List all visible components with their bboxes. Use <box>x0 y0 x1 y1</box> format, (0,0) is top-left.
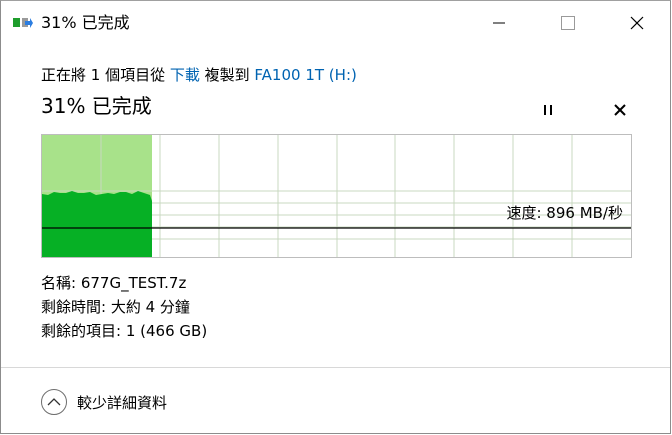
pause-icon <box>544 105 552 115</box>
close-icon <box>630 16 644 30</box>
name-value: 677G_TEST.7z <box>80 274 187 292</box>
time-remaining-label: 剩餘時間: <box>41 298 107 316</box>
source-folder-link[interactable]: 下載 <box>170 66 200 84</box>
copy-middle: 複製到 <box>199 66 255 84</box>
copy-description: 正在將 1 個項目從 下載 複製到 FA100 1T (H:) <box>41 65 357 85</box>
pause-button[interactable] <box>535 97 561 123</box>
title-bar[interactable]: 31% 已完成 <box>1 1 670 45</box>
minimize-button[interactable] <box>476 1 522 45</box>
items-remaining-row: 剩餘的項目: 1 (466 GB) <box>41 319 207 343</box>
maximize-icon <box>561 16 575 30</box>
minimize-icon <box>493 22 505 24</box>
copy-progress-icon <box>13 15 33 31</box>
time-remaining-value: 大約 4 分鐘 <box>110 298 190 316</box>
maximize-button[interactable] <box>545 1 591 45</box>
copy-progress-window: 31% 已完成 正在將 1 個項目從 下載 複製到 FA100 1T (H:) … <box>0 0 671 434</box>
destination-drive-link[interactable]: FA100 1T (H:) <box>254 66 356 84</box>
transfer-details: 名稱: 677G_TEST.7z 剩餘時間: 大約 4 分鐘 剩餘的項目: 1 … <box>41 271 207 343</box>
footer-divider <box>1 367 670 368</box>
progress-heading: 31% 已完成 <box>41 94 152 118</box>
speed-area <box>42 191 152 257</box>
speed-graph-canvas <box>42 135 631 257</box>
chevron-up-icon <box>41 389 67 415</box>
cancel-button[interactable] <box>607 97 633 123</box>
copy-prefix: 正在將 1 個項目從 <box>41 66 170 84</box>
fewer-details-toggle[interactable]: 較少詳細資料 <box>41 388 167 416</box>
close-button[interactable] <box>614 1 660 45</box>
items-remaining-value: 1 (466 GB) <box>125 322 208 340</box>
window-title: 31% 已完成 <box>41 13 130 32</box>
name-row: 名稱: 677G_TEST.7z <box>41 271 207 295</box>
speed-label: 速度: 896 MB/秒 <box>506 204 623 222</box>
time-remaining-row: 剩餘時間: 大約 4 分鐘 <box>41 295 207 319</box>
cancel-icon <box>614 104 626 116</box>
fewer-details-label: 較少詳細資料 <box>77 393 168 412</box>
speed-graph: 速度: 896 MB/秒 <box>41 134 632 258</box>
items-remaining-label: 剩餘的項目: <box>41 322 122 340</box>
name-label: 名稱: <box>41 274 77 292</box>
